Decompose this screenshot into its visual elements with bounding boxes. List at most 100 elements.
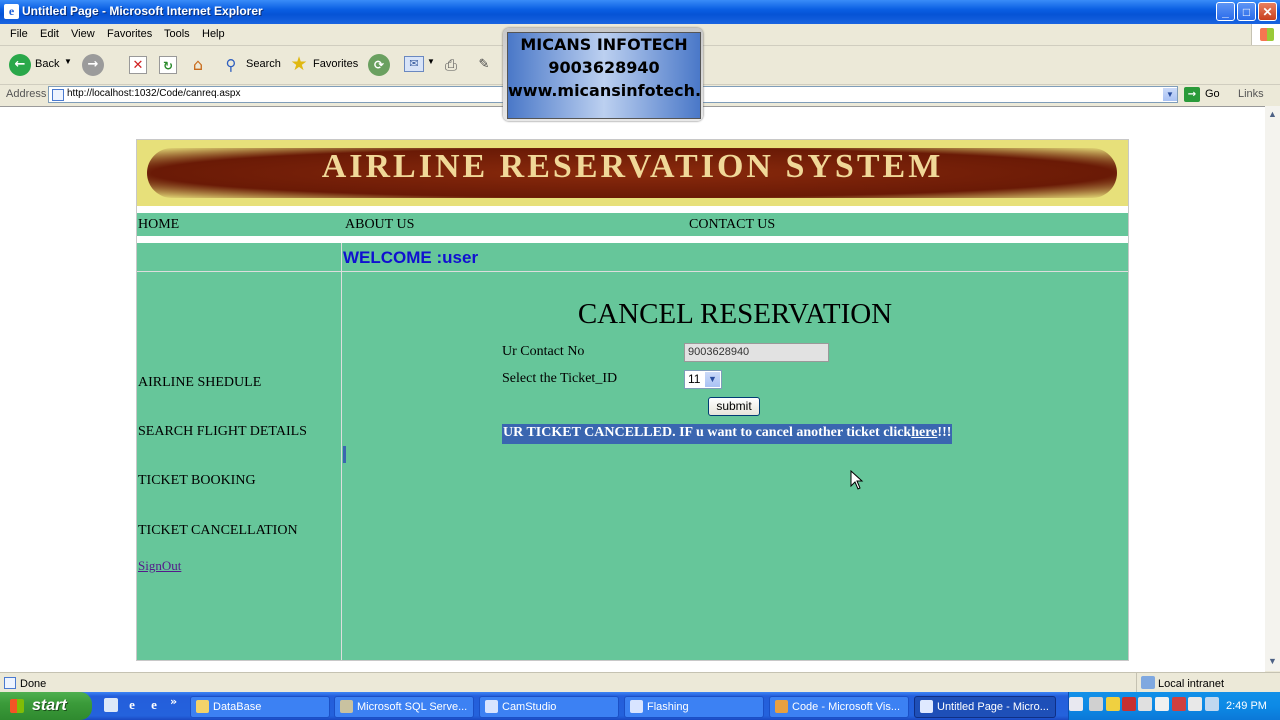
mail-icon[interactable]: ✉ (404, 56, 424, 72)
signout-link[interactable]: SignOut (138, 558, 181, 574)
mail-dropdown-icon[interactable]: ▼ (427, 57, 435, 66)
taskbar-item-visual-studio[interactable]: Code - Microsoft Vis... (769, 696, 909, 718)
camstudio-icon (485, 700, 498, 713)
banner-title: AIRLINE RESERVATION SYSTEM (321, 148, 944, 185)
tray-app-icon[interactable] (1188, 697, 1202, 711)
sidebar-item-booking[interactable]: TICKET BOOKING (138, 473, 256, 489)
forward-arrow-icon[interactable]: → (82, 54, 104, 76)
favorites-star-icon[interactable]: ★ (288, 53, 310, 75)
watermark-line2: 9003628940 (548, 58, 660, 77)
go-arrow-icon[interactable]: → (1184, 87, 1200, 102)
tray-app-icon[interactable] (1089, 697, 1103, 711)
watermark-line3: www.micansinfotech.co (508, 81, 700, 100)
close-button[interactable]: ✕ (1258, 2, 1277, 21)
sidebar-item-schedule[interactable]: AIRLINE SHEDULE (138, 375, 261, 391)
back-button-label[interactable]: Back (35, 58, 59, 70)
intranet-icon (1141, 676, 1155, 689)
status-message-suffix: !!! (937, 425, 952, 440)
taskbar-item-flashing[interactable]: Flashing (624, 696, 764, 718)
print-icon[interactable]: ⎙ (441, 55, 461, 75)
mouse-pointer-icon (850, 470, 864, 490)
scroll-down-icon[interactable]: ▼ (1266, 654, 1279, 668)
taskbar-item-ie[interactable]: Untitled Page - Micro... (914, 696, 1056, 718)
window-title-bar[interactable]: e Untitled Page - Microsoft Internet Exp… (0, 0, 1280, 24)
chevron-down-icon[interactable]: ▼ (705, 372, 720, 387)
refresh-icon[interactable]: ↻ (159, 56, 177, 74)
watermark-panel: MICANS INFOTECH 9003628940 www.micansinf… (507, 32, 701, 119)
status-bar: Done Local intranet (0, 672, 1280, 693)
tray-app-icon[interactable] (1138, 697, 1152, 711)
chevron-right-icon[interactable]: » (170, 695, 177, 708)
taskbar-item-camstudio[interactable]: CamStudio (479, 696, 619, 718)
favorites-button-label[interactable]: Favorites (313, 58, 358, 70)
show-desktop-icon[interactable] (104, 698, 118, 712)
address-url: http://localhost:1032/Code/canreq.aspx (67, 88, 241, 99)
watermark-badge: MICANS INFOTECH 9003628940 www.micansinf… (503, 28, 703, 121)
minimize-button[interactable]: _ (1216, 2, 1235, 21)
back-arrow-icon[interactable]: ← (9, 54, 31, 76)
zone-text: Local intranet (1158, 678, 1225, 690)
tray-app-icon[interactable] (1155, 697, 1169, 711)
taskbar-item-label: DataBase (213, 701, 262, 713)
menu-tools[interactable]: Tools (164, 28, 190, 40)
search-button-label[interactable]: Search (246, 58, 281, 70)
tray-app-icon[interactable] (1205, 697, 1219, 711)
history-icon[interactable]: ⟳ (368, 54, 390, 76)
tray-app-icon[interactable] (1122, 697, 1136, 711)
menu-favorites[interactable]: Favorites (107, 28, 152, 40)
taskbar-item-label: Code - Microsoft Vis... (792, 701, 900, 713)
ticket-select[interactable]: 11 ▼ (684, 370, 722, 389)
sidebar-item-search[interactable]: SEARCH FLIGHT DETAILS (138, 424, 307, 440)
help-icon[interactable] (1069, 697, 1083, 711)
clock: 2:49 PM (1226, 700, 1267, 712)
links-label[interactable]: Links (1238, 88, 1264, 100)
divider (1136, 673, 1137, 693)
menu-edit[interactable]: Edit (40, 28, 59, 40)
nav-about[interactable]: ABOUT US (345, 217, 414, 233)
submit-button[interactable]: submit (708, 397, 760, 416)
stop-icon[interactable]: ✕ (129, 56, 147, 74)
menu-help[interactable]: Help (202, 28, 225, 40)
tray-app-icon[interactable] (1106, 697, 1120, 711)
here-link[interactable]: here (911, 425, 937, 440)
tray-app-icon[interactable] (1172, 697, 1186, 711)
address-dropdown-icon[interactable]: ▼ (1163, 88, 1177, 101)
taskbar-item-label: Flashing (647, 701, 689, 713)
welcome-text: WELCOME :user (343, 248, 479, 267)
contact-field[interactable]: 9003628940 (684, 343, 829, 362)
menu-view[interactable]: View (71, 28, 95, 40)
divider (137, 206, 1128, 213)
address-label: Address (6, 88, 47, 100)
folder-icon (196, 700, 209, 713)
sidebar-item-cancellation[interactable]: TICKET CANCELLATION (138, 523, 298, 539)
status-message: UR TICKET CANCELLED. IF u want to cancel… (502, 424, 953, 444)
search-icon[interactable]: ⚲ (221, 55, 241, 75)
windows-logo-icon (1251, 24, 1280, 45)
nav-contact[interactable]: CONTACT US (689, 217, 775, 233)
window-icon (630, 700, 643, 713)
start-label: start (32, 697, 67, 714)
window-title: Untitled Page - Microsoft Internet Explo… (22, 4, 263, 18)
taskbar-item-database[interactable]: DataBase (190, 696, 330, 718)
scroll-up-icon[interactable]: ▲ (1266, 107, 1279, 121)
page-title: CANCEL RESERVATION (577, 298, 893, 330)
taskbar-item-sql[interactable]: Microsoft SQL Serve... (334, 696, 474, 718)
back-dropdown-icon[interactable]: ▼ (64, 57, 72, 66)
ie-quicklaunch-icon[interactable]: e (124, 697, 140, 713)
page-icon (52, 89, 64, 101)
ie-logo-icon: e (4, 4, 19, 19)
start-button[interactable]: start (0, 692, 92, 720)
windows-flag-icon (10, 699, 24, 713)
watermark-line1: MICANS INFOTECH (520, 35, 688, 54)
visual-studio-icon (775, 700, 788, 713)
sql-server-icon (340, 700, 353, 713)
maximize-button[interactable]: □ (1237, 2, 1256, 21)
ie-quicklaunch-icon[interactable]: e (146, 697, 162, 713)
menu-file[interactable]: File (10, 28, 28, 40)
nav-home[interactable]: HOME (138, 217, 179, 233)
edit-icon[interactable]: ✎ (475, 55, 493, 75)
page-done-icon (4, 677, 16, 689)
home-icon[interactable]: ⌂ (188, 55, 208, 75)
vertical-scrollbar[interactable]: ▲ ▼ (1265, 106, 1280, 671)
go-button-label[interactable]: Go (1205, 88, 1220, 100)
